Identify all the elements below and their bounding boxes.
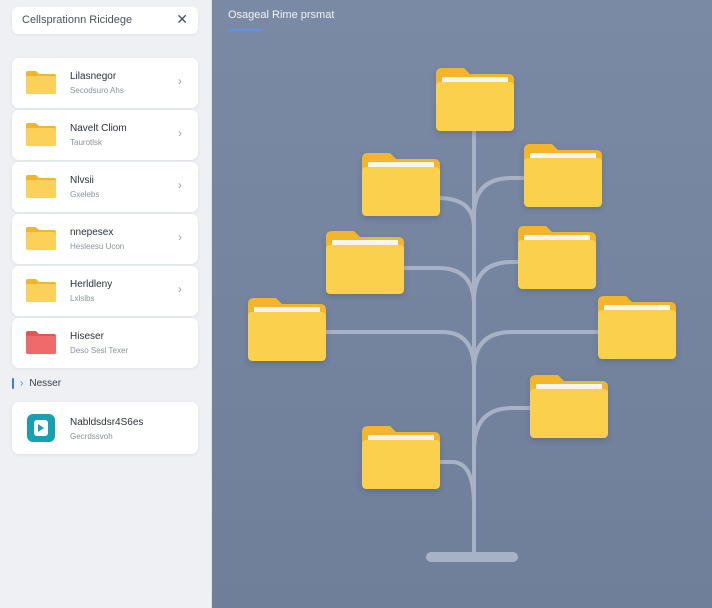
tree-folder[interactable] — [530, 375, 608, 438]
chevron-right-icon: › — [178, 74, 182, 88]
folder-icon — [26, 279, 56, 302]
tree-folder[interactable] — [436, 68, 514, 131]
folder-title: Navelt Cliom — [70, 123, 127, 134]
folder-item[interactable]: Nlvsii Gxelebs › — [12, 162, 198, 212]
folder-title: Nlvsii — [70, 175, 94, 186]
tree-folder[interactable] — [518, 226, 596, 289]
tree-folder[interactable] — [524, 144, 602, 207]
tree-folder[interactable] — [362, 153, 440, 216]
red-folder-icon — [26, 331, 56, 354]
collapse-marker-icon: › — [20, 378, 24, 390]
folder-subtitle: Taurotlsk — [70, 138, 103, 147]
folder-subtitle: Secodsuro Ahs — [70, 86, 124, 95]
search-bar[interactable]: Cellsprationn Ricidege ✕ — [12, 7, 198, 34]
tree-folder[interactable] — [248, 298, 326, 361]
folder-subtitle: Hesleesu Ucon — [70, 242, 125, 251]
section-label: Nesser — [29, 378, 62, 390]
tree-folder[interactable] — [598, 296, 676, 359]
folder-icon — [26, 175, 56, 198]
folder-subtitle: Gxelebs — [70, 190, 100, 199]
section-header[interactable]: › Nesser — [12, 378, 61, 392]
folder-item[interactable]: Herldleny Lxlslbs › — [12, 266, 198, 316]
app-title: Nabldsdsr4S6es — [70, 417, 144, 428]
play-app-icon — [27, 414, 55, 442]
folder-icon — [26, 227, 56, 250]
folder-subtitle: Lxlslbs — [70, 294, 95, 303]
tree-folder[interactable] — [362, 426, 440, 489]
folder-title: Lilasnegor — [70, 71, 117, 82]
folder-item[interactable]: nnepesex Hesleesu Ucon › — [12, 214, 198, 264]
search-input[interactable]: Cellsprationn Ricidege — [22, 14, 132, 26]
main-canvas: Osageal Rime prsmat — [212, 0, 712, 608]
folder-title: Herldleny — [70, 279, 113, 290]
folder-item[interactable]: Lilasnegor Secodsuro Ahs › — [12, 58, 198, 108]
folder-item[interactable]: Hiseser Deso Sesl Texer — [12, 318, 198, 368]
chevron-right-icon: › — [178, 178, 182, 192]
tree-folder[interactable] — [326, 231, 404, 294]
app-item[interactable]: Nabldsdsr4S6es Gecrdssvoh — [12, 402, 198, 454]
folder-icon — [26, 123, 56, 146]
folder-tree — [248, 68, 676, 562]
folder-subtitle: Deso Sesl Texer — [70, 346, 129, 355]
section-accent-bar — [12, 378, 14, 389]
folder-title: nnepesex — [70, 227, 114, 238]
folder-icon — [26, 71, 56, 94]
chevron-right-icon: › — [178, 282, 182, 296]
close-icon[interactable]: ✕ — [176, 11, 188, 28]
chevron-right-icon: › — [178, 126, 182, 140]
folder-item[interactable]: Navelt Cliom Taurotlsk › — [12, 110, 198, 160]
sidebar: Cellsprationn Ricidege ✕ Lilasnegor Seco… — [0, 0, 212, 608]
folder-title: Hiseser — [70, 331, 104, 342]
chevron-right-icon: › — [178, 230, 182, 244]
app-subtitle: Gecrdssvoh — [70, 432, 113, 441]
